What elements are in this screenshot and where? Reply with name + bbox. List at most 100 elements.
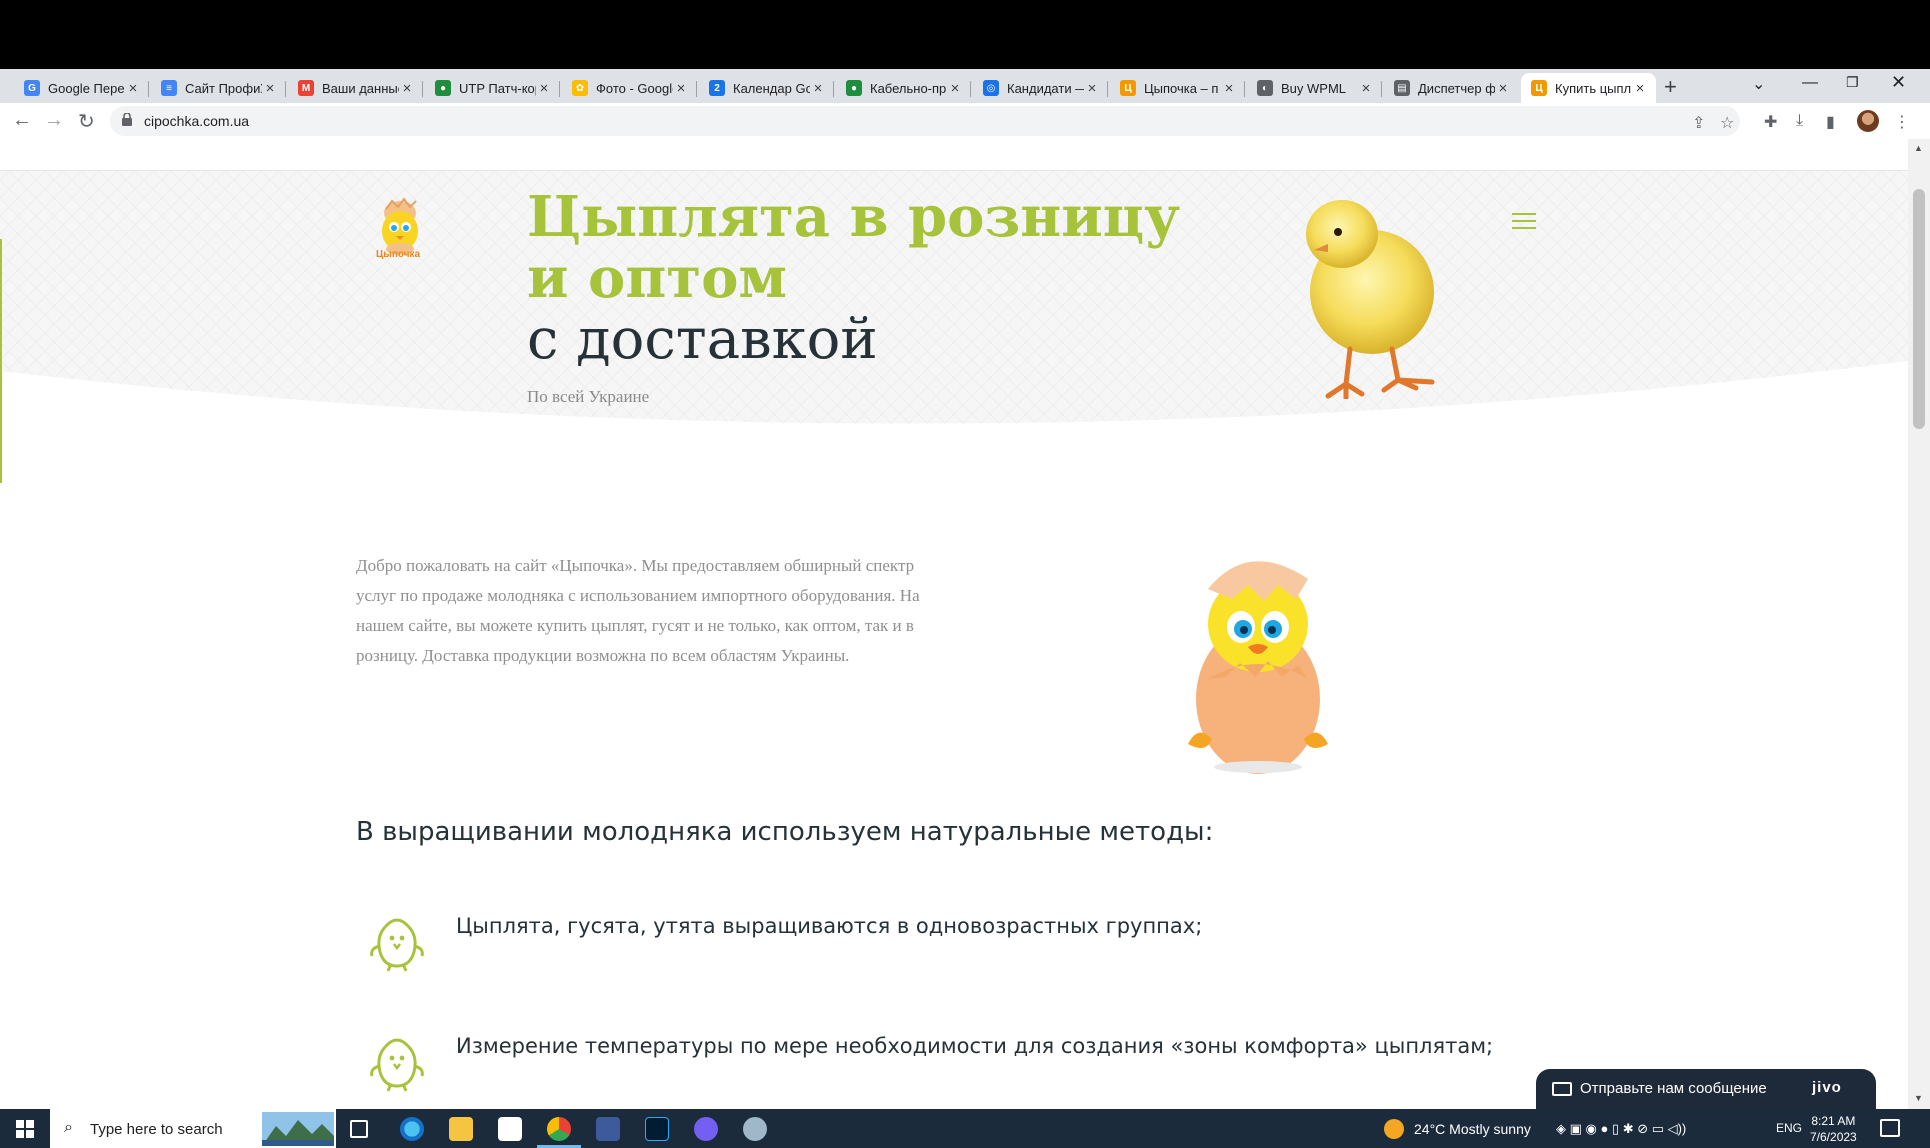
- tab-title: Фото - Google: [596, 80, 673, 96]
- tab-favicon-icon: ◎: [983, 80, 999, 96]
- url-text[interactable]: cipochka.com.ua: [144, 113, 249, 129]
- feature-text-2: Измерение температуры по мере необходимо…: [456, 1034, 1494, 1058]
- tab-separator: [422, 81, 423, 97]
- browser-tab[interactable]: Ц Купить цыпл ×: [1521, 73, 1656, 103]
- close-tab-icon[interactable]: ×: [1358, 80, 1374, 97]
- system-clock[interactable]: 8:21 AM 7/6/2023: [1810, 1113, 1857, 1145]
- save-app-icon[interactable]: [596, 1117, 620, 1141]
- tab-strip: GGoogle Переводчик×≡Сайт ПрофиУм×MВаши д…: [0, 69, 1930, 103]
- search-icon: ⌕: [64, 1119, 73, 1136]
- taskbar-search-placeholder[interactable]: Type here to search: [90, 1121, 223, 1138]
- browser-tab[interactable]: ≡ Сайт ПрофиУм×: [151, 73, 286, 103]
- weather-icon[interactable]: [1384, 1119, 1404, 1139]
- close-window-icon[interactable]: ✕: [1891, 72, 1906, 93]
- tab-separator: [1381, 81, 1382, 97]
- tab-title: Цыпочка – п: [1144, 80, 1219, 96]
- edge-icon[interactable]: [400, 1117, 424, 1141]
- scroll-up-icon[interactable]: ▲: [1914, 143, 1923, 153]
- close-tab-icon[interactable]: ×: [1221, 80, 1237, 97]
- tray-icons[interactable]: ◈ ▣ ◉ ● ▯ ✱ ⊘ ▭ ◁)): [1556, 1121, 1686, 1137]
- browser-tab[interactable]: 2 Календар Google×: [699, 73, 834, 103]
- browser-tab[interactable]: ◐ Buy WPML ×: [1247, 73, 1382, 103]
- tab-separator: [1244, 81, 1245, 97]
- tab-title: Диспетчер ф: [1418, 80, 1495, 96]
- windows-start-icon[interactable]: [16, 1120, 34, 1138]
- paint-icon[interactable]: [743, 1117, 767, 1141]
- chat-widget[interactable]: Отправьте нам сообщение jivo: [1536, 1069, 1876, 1109]
- tab-favicon-icon: Ц: [1120, 80, 1136, 96]
- minimize-icon[interactable]: —: [1802, 74, 1818, 92]
- hero-title-line-2: и оптом: [527, 245, 788, 311]
- browser-tab[interactable]: ● UTP Патч-корд×: [425, 73, 560, 103]
- close-tab-icon[interactable]: ×: [536, 80, 552, 97]
- close-tab-icon[interactable]: ×: [399, 80, 415, 97]
- side-panel-icon[interactable]: ▮: [1826, 112, 1835, 132]
- close-tab-icon[interactable]: ×: [1084, 80, 1100, 97]
- tab-favicon-icon: G: [24, 80, 40, 96]
- close-tab-icon[interactable]: ×: [125, 80, 141, 97]
- profile-avatar[interactable]: [1857, 110, 1879, 132]
- browser-tab[interactable]: M Ваши данные ×: [288, 73, 423, 103]
- close-tab-icon[interactable]: ×: [810, 80, 826, 97]
- envelope-icon: [1552, 1082, 1572, 1096]
- tab-favicon-icon: Ц: [1531, 80, 1547, 96]
- notification-icon[interactable]: [1880, 1119, 1900, 1137]
- tab-title: Ваши данные: [322, 80, 399, 96]
- tab-title: Купить цыпл: [1555, 80, 1632, 96]
- clock-time: 8:21 AM: [1811, 1114, 1856, 1128]
- browser-tab[interactable]: ✿ Фото - Google ×: [562, 73, 697, 103]
- browser-tab[interactable]: ● Кабельно-пр ×: [836, 73, 971, 103]
- tab-title: Календар Google: [733, 80, 810, 96]
- close-tab-icon[interactable]: ×: [1495, 80, 1511, 97]
- browser-tab[interactable]: ▤ Диспетчер ф ×: [1384, 73, 1519, 103]
- tab-title: Google Переводчик: [48, 80, 125, 96]
- chrome-icon[interactable]: [547, 1117, 571, 1141]
- taskbar-search-box[interactable]: ⌕ Type here to search: [50, 1109, 336, 1148]
- search-highlight-image: [262, 1112, 334, 1146]
- cartoon-chick-illustration: [1188, 561, 1328, 774]
- share-icon[interactable]: ⇪: [1692, 113, 1705, 133]
- weather-text[interactable]: 24°C Mostly sunny: [1414, 1121, 1531, 1137]
- tab-favicon-icon: ▤: [1394, 80, 1410, 96]
- browser-tab[interactable]: G Google Переводчик×: [14, 73, 149, 103]
- forward-icon[interactable]: →: [44, 109, 64, 132]
- scroll-down-icon[interactable]: ▼: [1914, 1093, 1923, 1103]
- tab-favicon-icon: ●: [435, 80, 451, 96]
- close-tab-icon[interactable]: ×: [673, 80, 689, 97]
- hero-title-line-1: Цыплята в розницу: [527, 184, 1180, 250]
- page-scrollbar[interactable]: ▲ ▼: [1908, 139, 1930, 1109]
- extensions-icon[interactable]: ✚: [1764, 112, 1777, 132]
- tab-separator: [1107, 81, 1108, 97]
- bookmark-star-icon[interactable]: ☆: [1720, 113, 1734, 133]
- scroll-thumb[interactable]: [1913, 189, 1925, 429]
- restore-icon[interactable]: ❐: [1846, 74, 1859, 91]
- browser-tab[interactable]: ◎ Кандидати — ×: [973, 73, 1108, 103]
- new-tab-button[interactable]: +: [1664, 74, 1677, 100]
- store-icon[interactable]: [498, 1117, 522, 1141]
- menu-kebab-icon[interactable]: ⋮: [1894, 112, 1910, 132]
- close-tab-icon[interactable]: ×: [1632, 80, 1648, 97]
- tab-separator: [559, 81, 560, 97]
- address-bar[interactable]: cipochka.com.ua ⇪ ☆: [110, 106, 1740, 136]
- chat-widget-message[interactable]: Отправьте нам сообщение: [1580, 1080, 1767, 1097]
- clock-date: 7/6/2023: [1810, 1130, 1857, 1144]
- back-icon[interactable]: ←: [12, 109, 32, 132]
- file-explorer-icon[interactable]: [449, 1117, 473, 1141]
- tab-search-icon[interactable]: ⌄: [1752, 74, 1765, 94]
- photoshop-icon[interactable]: [645, 1117, 669, 1141]
- close-tab-icon[interactable]: ×: [947, 80, 963, 97]
- reload-icon[interactable]: ↻: [78, 109, 95, 134]
- methods-heading: В выращивании молодняка используем натур…: [356, 817, 1214, 847]
- intro-paragraph: Добро пожаловать на сайт «Цыпочка». Мы п…: [356, 556, 920, 665]
- download-icon[interactable]: ⤓: [1796, 112, 1803, 130]
- browser-tab[interactable]: Ц Цыпочка – п ×: [1110, 73, 1245, 103]
- viber-icon[interactable]: [694, 1117, 718, 1141]
- language-indicator[interactable]: ENG: [1776, 1121, 1802, 1135]
- tab-separator: [833, 81, 834, 97]
- left-accent-bar: [0, 239, 2, 483]
- tab-title: Кабельно-пр: [870, 80, 947, 96]
- hamburger-menu-icon[interactable]: [1512, 213, 1536, 231]
- task-view-icon[interactable]: [350, 1120, 368, 1138]
- feature-text-1: Цыплята, гусята, утята выращиваются в од…: [456, 914, 1203, 938]
- close-tab-icon[interactable]: ×: [262, 80, 278, 97]
